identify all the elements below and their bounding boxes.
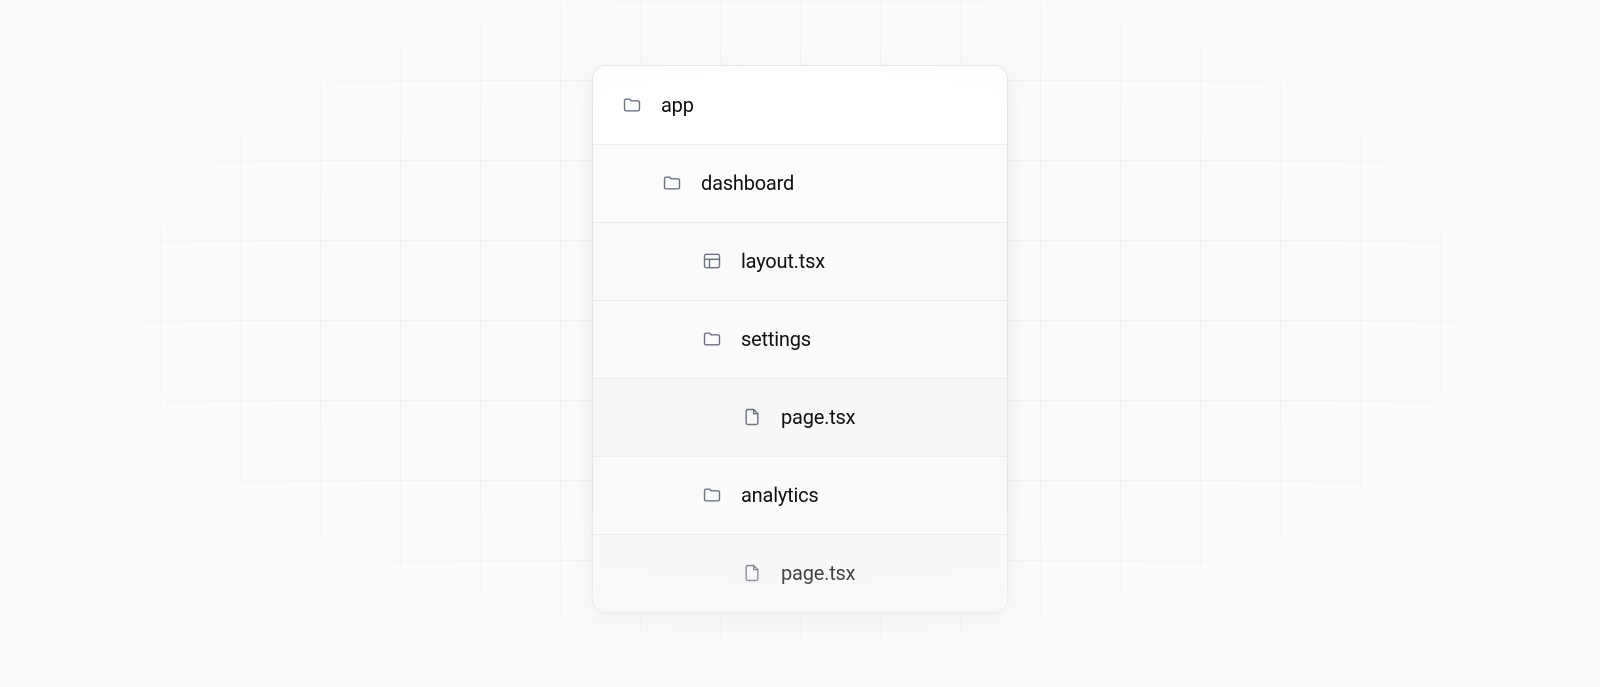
tree-label: layout.tsx: [741, 249, 825, 273]
tree-row-app[interactable]: app: [593, 66, 1007, 144]
folder-icon: [621, 94, 643, 116]
file-icon: [741, 562, 763, 584]
canvas: app dashboard layout.tsx settings: [0, 0, 1600, 687]
file-tree: app dashboard layout.tsx settings: [592, 65, 1008, 613]
folder-icon: [661, 172, 683, 194]
tree-row-settings-page[interactable]: page.tsx: [593, 378, 1007, 456]
folder-icon: [701, 484, 723, 506]
layout-icon: [701, 250, 723, 272]
tree-row-analytics-page[interactable]: page.tsx: [593, 534, 1007, 612]
tree-row-settings[interactable]: settings: [593, 300, 1007, 378]
folder-icon: [701, 328, 723, 350]
tree-label: page.tsx: [781, 561, 855, 585]
file-icon: [741, 406, 763, 428]
tree-row-dashboard[interactable]: dashboard: [593, 144, 1007, 222]
tree-row-layout[interactable]: layout.tsx: [593, 222, 1007, 300]
tree-label: analytics: [741, 483, 819, 507]
tree-row-analytics[interactable]: analytics: [593, 456, 1007, 534]
tree-label: app: [661, 93, 694, 117]
tree-label: settings: [741, 327, 811, 351]
tree-label: page.tsx: [781, 405, 855, 429]
tree-label: dashboard: [701, 171, 794, 195]
